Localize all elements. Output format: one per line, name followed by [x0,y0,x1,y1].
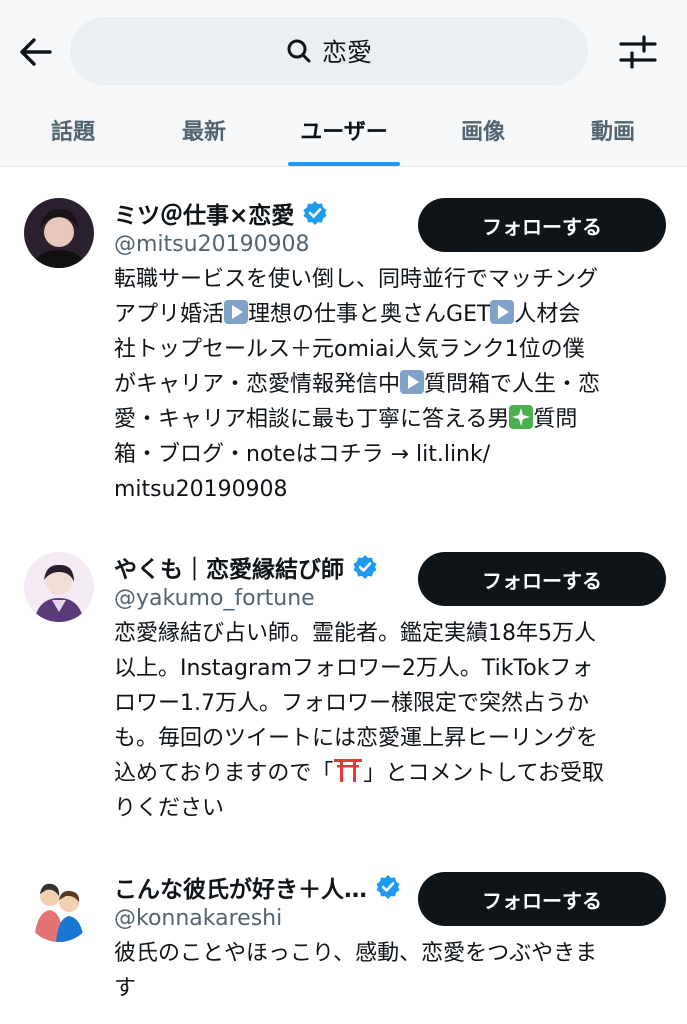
active-tab-indicator [288,162,400,166]
search-input[interactable]: 恋愛 [70,17,588,85]
avatar[interactable] [24,198,94,268]
display-name: やくも｜恋愛縁結び師 [114,557,344,583]
follow-button[interactable]: フォローする [418,198,666,252]
avatar[interactable] [24,872,94,942]
verified-badge-icon [353,555,377,579]
tab-videos[interactable]: 動画 [591,114,635,146]
user-handle: @konnakareshi [114,906,283,931]
bio-line: 以上。Instagramフォロワー2万人。TikTokフォ [114,656,594,681]
verified-badge-icon [303,201,327,225]
top-bar: 恋愛 話題 最新 ユーザー 画像 動画 [0,0,687,167]
sparkles-emoji: ✦ [509,405,534,429]
search-icon [287,39,311,63]
play-button-emoji: ▶ [400,370,425,394]
bio-line: アプリ婚活▶理想の仕事と奥さんGET▶人材会 [114,300,581,327]
tab-users[interactable]: ユーザー [300,114,388,146]
bio-line: も。毎回のツイートには恋愛運上昇ヒーリングを [114,726,599,751]
torii-gate-emoji: ⛩ [333,757,363,782]
user-name-row: ミツ＠仕事×恋愛 [114,196,328,230]
bio-line: mitsu20190908 [114,477,288,502]
tab-trending[interactable]: 話題 [51,114,95,146]
search-query: 恋愛 [321,38,372,67]
user-handle: @mitsu20190908 [114,232,310,257]
tab-latest[interactable]: 最新 [182,114,226,146]
tab-images[interactable]: 画像 [461,114,505,146]
follow-button[interactable]: フォローする [418,872,666,926]
display-name: こんな彼氏が好き＋人… [114,877,367,903]
bio-line: す [114,976,137,1001]
filter-sliders-icon[interactable] [618,34,658,70]
avatar[interactable] [24,552,94,622]
user-name-row: こんな彼氏が好き＋人… [114,870,401,904]
bio-line: ロワー1.7万人。フォロワー様限定で突然占うか [114,691,589,716]
bio-line: 愛・キャリア相談に最も丁寧に答える男✦質問 [114,405,578,432]
user-bio: 転職サービスを使い倒し、同時並行でマッチング アプリ婚活▶理想の仕事と奥さんGE… [114,262,672,507]
verified-badge-icon [376,875,400,899]
bio-line: がキャリア・恋愛情報発信中▶質問箱で人生・恋 [114,370,601,397]
bio-line: 彼氏のことやほっこり、感動、恋愛をつぶやきま [114,941,598,966]
display-name: ミツ＠仕事×恋愛 [114,203,295,229]
play-button-emoji: ▶ [490,300,515,324]
user-name-row: やくも｜恋愛縁結び師 [114,550,378,584]
back-arrow-icon[interactable] [18,36,54,68]
user-bio: 恋愛縁結び占い師。霊能者。鑑定実績18年5万人 以上。Instagramフォロワ… [114,616,672,826]
follow-button[interactable]: フォローする [418,552,666,606]
bio-line: 恋愛縁結び占い師。霊能者。鑑定実績18年5万人 [114,621,596,646]
user-handle: @yakumo_fortune [114,586,315,611]
search-tabs: 話題 最新 ユーザー 画像 動画 [0,100,687,166]
bio-line: 転職サービスを使い倒し、同時並行でマッチング [114,267,599,292]
bio-line: 社トップセールス＋元omiai人気ランク1位の僕 [114,337,585,362]
play-button-emoji: ▶ [224,300,249,324]
bio-line: りください [114,796,225,821]
user-bio: 彼氏のことやほっこり、感動、恋愛をつぶやきま す [114,936,672,1006]
bio-line: 箱・ブログ・noteはコチラ → lit.link/ [114,442,491,467]
bio-line: 込めておりますので「⛩」とコメントしてお受取 [114,756,672,791]
